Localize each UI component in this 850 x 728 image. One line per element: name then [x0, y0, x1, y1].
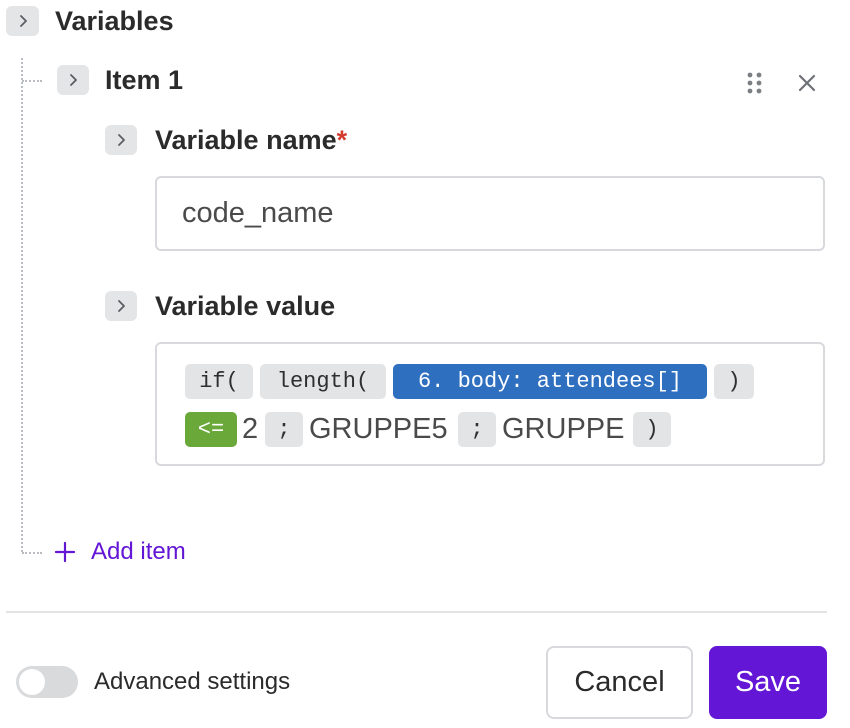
separator-token[interactable]: ;: [458, 412, 496, 447]
variable-name-label: Variable name*: [155, 124, 347, 156]
variables-panel: Variables Item 1 Variable name* code_nam…: [0, 0, 850, 728]
collapse-variables-button[interactable]: [6, 6, 39, 36]
function-token-if[interactable]: if(: [185, 364, 253, 399]
literal-text: GRUPPE: [502, 413, 625, 445]
variable-name-input[interactable]: code_name: [155, 176, 825, 251]
function-token-length[interactable]: length(: [260, 364, 386, 399]
item-title: Item 1: [105, 65, 184, 95]
tree-line: [21, 58, 23, 552]
paren-token[interactable]: ): [714, 364, 754, 399]
cancel-button[interactable]: Cancel: [546, 646, 693, 719]
toggle-knob: [19, 669, 45, 695]
variable-value-editor[interactable]: if( length( 6. body: attendees[] ) <= 2 …: [155, 342, 825, 466]
literal-text: 2: [242, 413, 259, 445]
chevron-right-icon: [70, 74, 77, 86]
literal-text: GRUPPE5: [309, 413, 448, 445]
paren-token[interactable]: ): [633, 412, 671, 447]
tree-branch-add: [22, 552, 42, 554]
tree-branch-item: [22, 80, 42, 82]
required-marker: *: [336, 125, 348, 155]
section-title: Variables: [55, 6, 174, 36]
save-button[interactable]: Save: [709, 646, 827, 719]
add-item-button[interactable]: Add item: [54, 538, 186, 566]
add-item-label: Add item: [91, 538, 186, 565]
chevron-right-icon: [118, 300, 125, 312]
variable-name-value: code_name: [182, 197, 334, 229]
drag-handle-icon[interactable]: [745, 71, 765, 95]
reference-token[interactable]: 6. body: attendees[]: [393, 364, 707, 399]
collapse-item-button[interactable]: [57, 65, 89, 95]
separator-token[interactable]: ;: [265, 412, 303, 447]
variable-name-label-text: Variable name: [155, 125, 337, 155]
advanced-settings-toggle[interactable]: [16, 666, 78, 698]
advanced-settings-label: Advanced settings: [94, 668, 291, 695]
collapse-variable-value-button[interactable]: [105, 291, 137, 321]
operator-token[interactable]: <=: [185, 412, 237, 447]
variable-value-label: Variable value: [155, 291, 336, 321]
chevron-right-icon: [118, 134, 125, 146]
chevron-right-icon: [19, 15, 27, 27]
plus-icon: [54, 541, 76, 563]
collapse-variable-name-button[interactable]: [105, 125, 137, 155]
close-icon[interactable]: [797, 73, 817, 93]
divider: [6, 611, 827, 613]
